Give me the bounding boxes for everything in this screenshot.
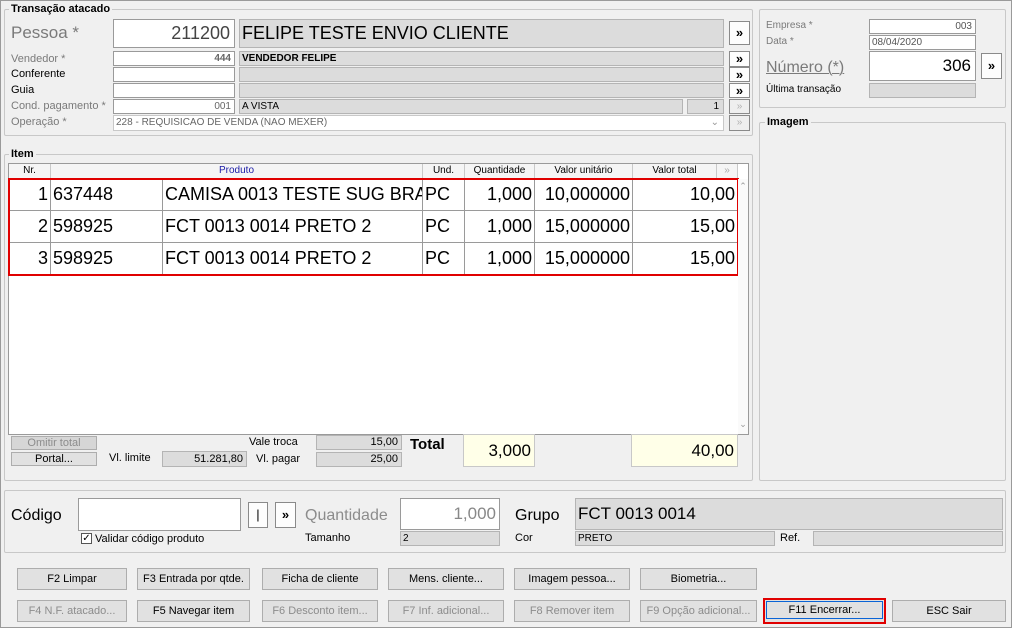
imagem-title: Imagem <box>765 116 811 128</box>
numero-lookup-button[interactable]: » <box>981 53 1002 79</box>
data-input[interactable]: 08/04/2020 <box>869 35 976 50</box>
numero-label: Número (*) <box>766 59 845 76</box>
f9-opcao-adicional-button[interactable]: F9 Opção adicional... <box>640 600 757 622</box>
transacao-title: Transação atacado <box>9 3 113 15</box>
col-header-quantidade[interactable]: Quantidade <box>465 164 535 179</box>
cond-pagamento-name-field: A VISTA <box>239 99 683 114</box>
cond-pagamento-lookup-button[interactable]: » <box>729 99 750 114</box>
conferente-name-field <box>239 67 724 82</box>
imagem-group <box>759 122 1006 481</box>
f4-nf-atacado-button[interactable]: F4 N.F. atacado... <box>17 600 127 622</box>
ref-field <box>813 531 1003 546</box>
conferente-label: Conferente <box>11 68 66 80</box>
quantidade-input[interactable]: 1,000 <box>400 498 500 530</box>
vendedor-label: Vendedor * <box>11 53 66 65</box>
guia-name-field <box>239 83 724 98</box>
tamanho-label: Tamanho <box>305 532 351 544</box>
pessoa-name-field: FELIPE TESTE ENVIO CLIENTE <box>239 19 724 48</box>
item-grid[interactable]: Nr. Produto Und. Quantidade Valor unitár… <box>8 163 749 435</box>
operacao-select[interactable]: 228 - REQUISICAO DE VENDA (NAO MEXER) ⌄ <box>113 115 724 131</box>
vl-pagar-field: 25,00 <box>316 452 402 467</box>
col-header-nr[interactable]: Nr. <box>9 164 51 179</box>
cor-label: Cor <box>515 532 533 544</box>
pessoa-label: Pessoa * <box>11 23 80 42</box>
biometria-button[interactable]: Biometria... <box>640 568 757 590</box>
f11-encerrar-button[interactable]: F11 Encerrar... <box>763 598 886 624</box>
grupo-label: Grupo <box>515 507 560 524</box>
total-quantidade-field: 3,000 <box>463 434 535 467</box>
esc-sair-button[interactable]: ESC Sair <box>892 600 1006 622</box>
cor-field: PRETO <box>575 531 775 546</box>
col-header-produto[interactable]: Produto <box>51 164 423 179</box>
f8-remover-item-button[interactable]: F8 Remover item <box>514 600 630 622</box>
cond-pagamento-label: Cond. pagamento * <box>11 100 106 112</box>
vl-limite-label: Vl. limite <box>109 452 151 464</box>
vl-pagar-label: Vl. pagar <box>256 453 301 465</box>
f3-entrada-qtde-button[interactable]: F3 Entrada por qtde. <box>137 568 250 590</box>
omitir-total-button[interactable]: Omitir total <box>11 436 97 450</box>
f2-limpar-button[interactable]: F2 Limpar <box>17 568 127 590</box>
vendedor-lookup-button[interactable]: » <box>729 51 750 67</box>
vale-troca-label: Vale troca <box>249 436 298 448</box>
ficha-cliente-button[interactable]: Ficha de cliente <box>262 568 378 590</box>
conferente-code-input[interactable] <box>113 67 235 82</box>
ultima-transacao-label: Última transação <box>766 84 842 95</box>
vendedor-name-field: VENDEDOR FELIPE <box>239 51 724 66</box>
imagem-pessoa-button[interactable]: Imagem pessoa... <box>514 568 630 590</box>
f7-inf-adicional-button[interactable]: F7 Inf. adicional... <box>388 600 504 622</box>
grid-scrollbar[interactable]: ⌃ ⌄ <box>738 179 748 434</box>
ref-label: Ref. <box>780 532 801 544</box>
codigo-pipe-button[interactable]: | <box>248 502 268 528</box>
guia-lookup-button[interactable]: » <box>729 83 750 98</box>
quantidade-label: Quantidade <box>305 507 388 524</box>
col-header-valor-unitario[interactable]: Valor unitário <box>535 164 633 179</box>
validar-label[interactable]: Validar código produto <box>95 534 204 545</box>
vale-troca-field: 15,00 <box>316 435 402 450</box>
col-header-options-icon[interactable]: » <box>717 164 738 179</box>
data-label: Data * <box>766 36 794 47</box>
rows-highlight-frame <box>8 178 739 276</box>
conferente-lookup-button[interactable]: » <box>729 67 750 82</box>
portal-button[interactable]: Portal... <box>11 452 97 466</box>
total-valor-field: 40,00 <box>631 434 738 467</box>
f11-encerrar-inner: F11 Encerrar... <box>766 601 883 619</box>
operacao-lookup-button[interactable]: » <box>729 115 750 131</box>
operacao-label: Operação * <box>11 116 67 128</box>
grupo-field: FCT 0013 0014 <box>575 498 1003 530</box>
numero-input[interactable]: 306 <box>869 51 976 81</box>
codigo-lookup-button[interactable]: » <box>275 502 296 528</box>
total-label: Total <box>410 436 445 453</box>
validar-checkbox[interactable]: ✓ <box>81 533 92 544</box>
operacao-value: 228 - REQUISICAO DE VENDA (NAO MEXER) <box>116 117 328 128</box>
chevron-down-icon: ⌄ <box>710 117 719 128</box>
codigo-input[interactable] <box>78 498 241 531</box>
item-title: Item <box>9 148 36 160</box>
col-header-valor-total[interactable]: Valor total <box>633 164 717 179</box>
tamanho-field: 2 <box>400 531 500 546</box>
guia-code-input[interactable] <box>113 83 235 98</box>
pessoa-lookup-button[interactable]: » <box>729 21 750 45</box>
portal-label: Portal... <box>35 453 73 465</box>
scroll-up-icon[interactable]: ⌃ <box>738 181 748 192</box>
vl-limite-field: 51.281,80 <box>162 451 247 467</box>
empresa-input[interactable]: 003 <box>869 19 976 34</box>
cond-pagamento-code-input[interactable]: 001 <box>113 99 235 114</box>
f5-navegar-item-button[interactable]: F5 Navegar item <box>137 600 250 622</box>
guia-label: Guia <box>11 84 35 96</box>
vendedor-code-input[interactable]: 444 <box>113 51 235 66</box>
col-header-und[interactable]: Und. <box>423 164 465 179</box>
empresa-label: Empresa * <box>766 20 813 31</box>
codigo-label: Código <box>11 507 62 524</box>
scroll-down-icon[interactable]: ⌄ <box>738 419 748 430</box>
ultima-transacao-field <box>869 83 976 98</box>
cond-pagamento-parcelas-field: 1 <box>687 99 724 114</box>
pessoa-code-input[interactable]: 211200 <box>113 19 235 48</box>
f6-desconto-item-button[interactable]: F6 Desconto item... <box>262 600 378 622</box>
mens-cliente-button[interactable]: Mens. cliente... <box>388 568 504 590</box>
